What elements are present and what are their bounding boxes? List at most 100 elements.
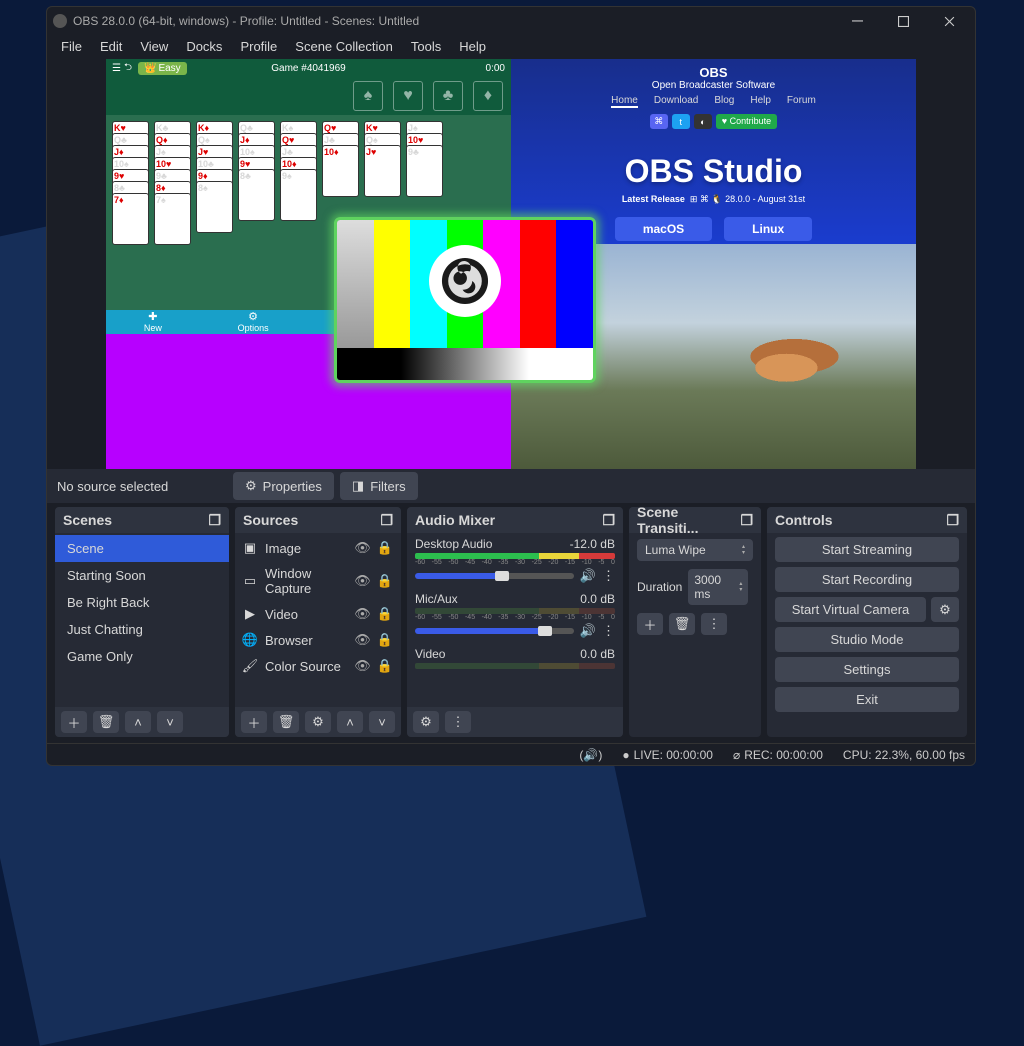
channel-db: 0.0 dB: [580, 647, 615, 661]
app-icon: [53, 14, 67, 28]
source-properties-button[interactable]: ⚙: [305, 711, 331, 733]
filters-button[interactable]: ◨Filters: [340, 472, 418, 500]
source-test-pattern[interactable]: [334, 217, 596, 383]
menu-edit[interactable]: Edit: [92, 36, 130, 57]
popout-icon[interactable]: ❐: [602, 512, 615, 529]
mixer-toolbar: ⚙ ⋮: [407, 707, 623, 737]
sources-title: Sources: [243, 512, 298, 528]
lock-icon[interactable]: 🔒: [377, 632, 393, 648]
move-scene-up-button[interactable]: ˄: [125, 711, 151, 733]
add-scene-button[interactable]: ＋: [61, 711, 87, 733]
filters-icon: ◨: [352, 478, 364, 494]
source-item[interactable]: ▣Image👁🔒: [235, 535, 401, 561]
lock-icon[interactable]: 🔒: [377, 606, 393, 622]
start-streaming-button[interactable]: Start Streaming: [775, 537, 959, 562]
start-virtual-cam-button[interactable]: Start Virtual Camera: [775, 597, 926, 622]
gears-icon: ⚙: [420, 714, 432, 730]
properties-button[interactable]: ⚙Properties: [233, 472, 334, 500]
close-button[interactable]: [929, 7, 969, 35]
channel-db: 0.0 dB: [580, 592, 615, 606]
sources-list: ▣Image👁🔒 ▭Window Capture👁🔒 ▶Video👁🔒 🌐Bro…: [235, 533, 401, 707]
trash-icon: 🗑: [674, 616, 691, 632]
lock-icon[interactable]: 🔒: [377, 573, 393, 589]
transition-select[interactable]: Luma Wipe▴▾: [637, 539, 753, 561]
remove-scene-button[interactable]: 🗑: [93, 711, 119, 733]
move-scene-down-button[interactable]: ˅: [157, 711, 183, 733]
no-source-selected-label: No source selected: [57, 479, 227, 494]
eye-icon[interactable]: 👁: [354, 540, 371, 556]
duration-spinner[interactable]: 3000 ms▴▾: [688, 569, 748, 605]
menu-help[interactable]: Help: [451, 36, 494, 57]
popout-icon[interactable]: ❐: [208, 512, 221, 529]
eye-icon[interactable]: 👁: [354, 606, 371, 622]
move-source-up-button[interactable]: ˄: [337, 711, 363, 733]
preview-area: ☰⮌ 👑 Easy Game #4041969 0:00 ♠♥♣♦ K♥Q♣J♦…: [47, 57, 975, 469]
mixer-menu-button[interactable]: ⋮: [445, 711, 471, 733]
popout-icon[interactable]: ❐: [946, 512, 959, 529]
maximize-button[interactable]: [883, 7, 923, 35]
settings-button[interactable]: Settings: [775, 657, 959, 682]
vu-meter: [415, 608, 615, 614]
controls-title: Controls: [775, 512, 833, 528]
menu-scene-collection[interactable]: Scene Collection: [287, 36, 401, 57]
speaker-icon[interactable]: 🔊: [580, 568, 596, 584]
image-icon: ▣: [243, 540, 257, 556]
rec-status: ⌀ REC: 00:00:00: [733, 748, 823, 762]
advanced-audio-button[interactable]: ⚙: [413, 711, 439, 733]
source-item[interactable]: ▭Window Capture👁🔒: [235, 561, 401, 601]
play-icon: ▶: [243, 606, 257, 622]
channel-name: Mic/Aux: [415, 592, 458, 606]
virtual-cam-settings-button[interactable]: ⚙: [931, 597, 959, 622]
minimize-button[interactable]: [837, 7, 877, 35]
updown-icon: ▴▾: [739, 581, 742, 593]
lock-icon[interactable]: 🔒: [377, 540, 393, 556]
remove-transition-button[interactable]: 🗑: [669, 613, 695, 635]
source-item[interactable]: 🌐Browser👁🔒: [235, 627, 401, 653]
site-social: ⌘t◐ ♥ Contribute: [511, 114, 916, 129]
add-source-button[interactable]: ＋: [241, 711, 267, 733]
live-status: ● LIVE: 00:00:00: [622, 748, 713, 762]
menu-view[interactable]: View: [132, 36, 176, 57]
speaker-icon[interactable]: 🔊: [580, 623, 596, 639]
move-source-down-button[interactable]: ˅: [369, 711, 395, 733]
source-item[interactable]: ▶Video👁🔒: [235, 601, 401, 627]
preview-canvas[interactable]: ☰⮌ 👑 Easy Game #4041969 0:00 ♠♥♣♦ K♥Q♣J♦…: [106, 59, 916, 469]
mixer-channel: Mic/Aux0.0 dB -60-55-50-45-40-35-30-25-2…: [407, 590, 623, 645]
eye-icon[interactable]: 👁: [354, 658, 371, 674]
remove-source-button[interactable]: 🗑: [273, 711, 299, 733]
context-bar: No source selected ⚙Properties ◨Filters: [47, 469, 975, 503]
studio-mode-button[interactable]: Studio Mode: [775, 627, 959, 652]
menu-docks[interactable]: Docks: [178, 36, 230, 57]
eye-icon[interactable]: 👁: [354, 632, 371, 648]
more-icon[interactable]: ⋮: [602, 623, 615, 639]
volume-slider[interactable]: [415, 573, 574, 579]
scenes-title: Scenes: [63, 512, 112, 528]
solitaire-difficulty-badge: 👑 Easy: [138, 62, 187, 75]
source-item[interactable]: 🖌Color Source👁🔒: [235, 653, 401, 679]
exit-button[interactable]: Exit: [775, 687, 959, 712]
scene-item[interactable]: Be Right Back: [55, 589, 229, 616]
menubar: File Edit View Docks Profile Scene Colle…: [47, 35, 975, 57]
scene-item[interactable]: Game Only: [55, 643, 229, 670]
scene-item[interactable]: Just Chatting: [55, 616, 229, 643]
menu-profile[interactable]: Profile: [232, 36, 285, 57]
add-transition-button[interactable]: ＋: [637, 613, 663, 635]
updown-icon: ▴▾: [742, 544, 745, 556]
more-icon[interactable]: ⋮: [602, 568, 615, 584]
eye-icon[interactable]: 👁: [354, 573, 371, 589]
trash-icon: 🗑: [98, 714, 115, 730]
start-recording-button[interactable]: Start Recording: [775, 567, 959, 592]
volume-slider[interactable]: [415, 628, 574, 634]
signal-icon: (🔊): [579, 748, 602, 762]
menu-file[interactable]: File: [53, 36, 90, 57]
popout-icon[interactable]: ❐: [740, 512, 753, 529]
solitaire-game-id: Game #4041969: [271, 63, 346, 74]
scene-item[interactable]: Scene: [55, 535, 229, 562]
menu-tools[interactable]: Tools: [403, 36, 449, 57]
lock-icon[interactable]: 🔒: [377, 658, 393, 674]
transition-properties-button[interactable]: ⋮: [701, 613, 727, 635]
scene-item[interactable]: Starting Soon: [55, 562, 229, 589]
site-release: Latest Release ⊞ ⌘ 🐧 28.0.0 - August 31s…: [511, 194, 916, 205]
brush-icon: 🖌: [243, 658, 257, 674]
popout-icon[interactable]: ❐: [380, 512, 393, 529]
